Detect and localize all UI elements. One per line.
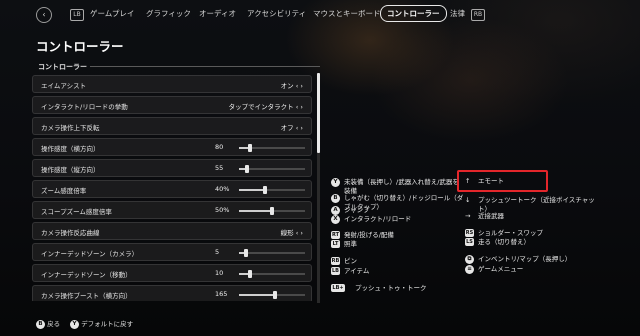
b-button-icon: B [36, 319, 45, 329]
slider-track[interactable] [239, 249, 305, 257]
slider-value: 50% [215, 206, 230, 214]
tab-accessibility[interactable]: アクセシビリティ [247, 8, 306, 19]
page-title: コントローラー [36, 39, 124, 54]
rt-trigger-icon: RT [331, 231, 340, 239]
mapping-text: 照準 [344, 240, 357, 248]
menu-button-icon: ≡ [465, 265, 474, 274]
mapping-text: ジャンプ [344, 206, 370, 214]
top-nav-bar: ‹ LB ゲームプレイ グラフィック オーディオ アクセシビリティ マウスとキー… [0, 5, 640, 23]
tab-legal[interactable]: 法律 [450, 8, 465, 19]
mapping-text: ショルダー・スワップ [478, 229, 543, 237]
lt-trigger-icon: LT [331, 240, 340, 248]
footer-reset-label: デフォルトに戻す [81, 320, 134, 328]
y-button-icon: Y [331, 178, 340, 187]
setting-sensitivity-horizontal[interactable]: 操作感度（横方向） 80 [32, 138, 312, 156]
setting-zoom-sensitivity[interactable]: ズーム感度倍率 40% [32, 180, 312, 198]
rb-bumper-icon: RB [471, 9, 485, 21]
slider-handle[interactable] [244, 165, 249, 173]
slider-handle[interactable] [248, 144, 253, 152]
setting-deadzone-camera[interactable]: インナーデッドゾーン（カメラ） 5 [32, 243, 312, 261]
dpad-down-icon: ↓ [465, 196, 471, 204]
mapping-text: アイテム [344, 267, 370, 275]
x-button-icon: X [331, 215, 340, 224]
setting-value[interactable]: 線形 ‹ › [281, 227, 303, 237]
mapping-text: インベントリ/マップ（長押し） [478, 255, 572, 263]
mapping-text: プッシュ・トゥ・トーク [355, 284, 427, 292]
slider-track[interactable] [239, 186, 305, 194]
slider-track[interactable] [239, 165, 305, 173]
lb-bumper-icon: LB [70, 9, 84, 21]
mapping-text: ピン [344, 257, 357, 265]
setting-label: 操作感度（縦方向） [41, 166, 100, 174]
setting-deadzone-movement[interactable]: インナーデッドゾーン（移動） 10 [32, 264, 312, 282]
view-button-icon: ⧉ [465, 255, 474, 264]
setting-camera-boost-horizontal[interactable]: カメラ操作ブースト（横方向） 165 [32, 285, 312, 301]
dpad-up-icon: ↑ [465, 177, 471, 185]
scrollbar-thumb[interactable] [317, 73, 320, 153]
lb-dpad-combo-icon: LB+ [331, 284, 345, 292]
mapping-text: ゲームメニュー [478, 265, 524, 273]
section-label: コントローラー [38, 63, 87, 71]
setting-invert-camera[interactable]: カメラ操作上下反転 オフ ‹ › [32, 117, 312, 135]
slider-value: 40% [215, 185, 230, 193]
slider-handle[interactable] [270, 207, 274, 215]
settings-scrollbar[interactable] [317, 73, 320, 303]
setting-label: カメラ操作反応曲線 [41, 229, 100, 237]
tab-gameplay[interactable]: ゲームプレイ [90, 8, 134, 19]
mapping-text: 走る（切り替え） [478, 238, 530, 246]
tab-mouse-keyboard[interactable]: マウスとキーボード [313, 8, 381, 19]
footer-back[interactable]: B 戻る [36, 318, 60, 329]
footer-back-label: 戻る [47, 320, 61, 328]
setting-label: 操作感度（横方向） [41, 145, 100, 153]
mapping-text: インタラクト/リロード [344, 215, 412, 223]
slider-track[interactable] [239, 144, 305, 152]
tab-graphics[interactable]: グラフィック [146, 8, 191, 19]
rb-bumper-icon: RB [331, 257, 340, 265]
lb-bumper-icon: LB [331, 267, 340, 275]
setting-response-curve[interactable]: カメラ操作反応曲線 線形 ‹ › [32, 222, 312, 240]
setting-label: インナーデッドゾーン（カメラ） [41, 250, 139, 258]
setting-sensitivity-vertical[interactable]: 操作感度（縦方向） 55 [32, 159, 312, 177]
setting-label: スコープズーム感度倍率 [41, 208, 112, 216]
slider-value: 10 [215, 269, 224, 277]
dpad-right-icon: → [465, 212, 471, 220]
slider-track[interactable] [239, 207, 305, 215]
setting-value[interactable]: タップでインタラクト ‹ › [229, 101, 303, 111]
setting-label: カメラ操作ブースト（横方向） [41, 292, 132, 300]
back-arrow-icon[interactable]: ‹ [36, 7, 52, 23]
setting-value[interactable]: オフ ‹ › [281, 122, 303, 132]
setting-scope-zoom-sensitivity[interactable]: スコープズーム感度倍率 50% [32, 201, 312, 219]
slider-handle[interactable] [263, 186, 268, 194]
tab-audio[interactable]: オーディオ [199, 8, 236, 19]
slider-track[interactable] [239, 291, 305, 299]
tab-controller[interactable]: コントローラー [380, 5, 447, 22]
setting-label: カメラ操作上下反転 [41, 124, 100, 132]
section-divider [90, 66, 320, 67]
settings-list: エイムアシスト オン ‹ › インタラクト/リロードの挙動 タップでインタラクト… [32, 75, 314, 301]
setting-aim-assist[interactable]: エイムアシスト オン ‹ › [32, 75, 312, 93]
setting-label: インタラクト/リロードの挙動 [41, 103, 128, 111]
b-button-icon: B [331, 194, 340, 203]
slider-track[interactable] [239, 270, 305, 278]
right-stick-icon: RS [465, 229, 474, 237]
slider-handle[interactable] [247, 270, 252, 278]
setting-label: エイムアシスト [41, 82, 87, 90]
mapping-text: 発射/投げる/配備 [344, 231, 394, 239]
mapping-text: エモート [478, 177, 504, 185]
slider-value: 5 [215, 248, 220, 256]
a-button-icon: A [331, 206, 340, 215]
setting-label: インナーデッドゾーン（移動） [41, 271, 132, 279]
slider-value: 55 [215, 164, 224, 172]
slider-handle[interactable] [273, 291, 278, 299]
setting-value[interactable]: オン ‹ › [281, 80, 303, 90]
slider-value: 165 [215, 290, 228, 298]
slider-value: 80 [215, 143, 224, 151]
setting-label: ズーム感度倍率 [41, 187, 87, 195]
slider-handle[interactable] [243, 249, 248, 257]
left-stick-icon: LS [465, 238, 474, 246]
mapping-text: 近接武器 [478, 212, 504, 220]
y-button-icon: Y [70, 319, 79, 329]
footer-reset-defaults[interactable]: Y デフォルトに戻す [70, 318, 133, 329]
setting-interact-reload[interactable]: インタラクト/リロードの挙動 タップでインタラクト ‹ › [32, 96, 312, 114]
